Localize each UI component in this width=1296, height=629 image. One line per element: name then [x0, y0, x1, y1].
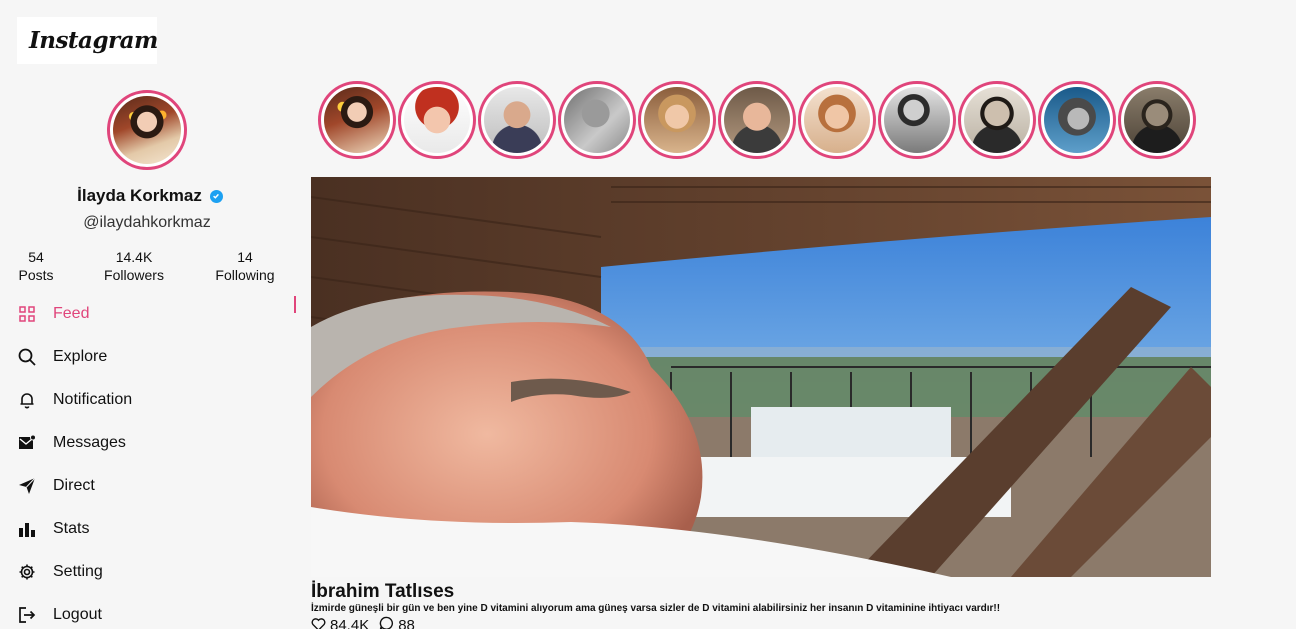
story-avatar[interactable] — [398, 81, 476, 159]
gear-icon — [18, 563, 36, 581]
stat-posts-label: Posts — [18, 267, 54, 283]
nav-item-logout[interactable]: Logout — [0, 593, 310, 629]
profile-handle: @ilaydahkorkmaz — [83, 214, 211, 231]
post-photo — [311, 177, 1211, 577]
send-icon — [18, 477, 36, 495]
nav-item-label: Notification — [53, 390, 133, 408]
comment-count: 88 — [398, 617, 415, 629]
story-avatar[interactable] — [958, 81, 1036, 159]
nav-item-label: Explore — [53, 347, 108, 365]
story-avatar[interactable] — [638, 81, 716, 159]
like-count: 84.4K — [330, 617, 370, 629]
stat-following-label: Following — [215, 267, 275, 283]
nav-item-messages[interactable]: Messages — [0, 421, 310, 464]
sidebar: İlayda Korkmaz @ilaydahkorkmaz 54 Posts … — [0, 80, 310, 629]
stat-followers-value: 14.4K — [115, 249, 153, 265]
nav-item-direct[interactable]: Direct — [0, 464, 310, 507]
nav-item-label: Messages — [53, 433, 126, 451]
nav-item-stats[interactable]: Stats — [0, 507, 310, 550]
story-avatar[interactable] — [798, 81, 876, 159]
stat-posts-value: 54 — [28, 249, 44, 265]
nav-item-label: Feed — [53, 304, 90, 322]
nav-item-explore[interactable]: Explore — [0, 335, 310, 378]
story-avatar[interactable] — [318, 81, 396, 159]
active-indicator — [294, 296, 296, 313]
logout-icon — [18, 606, 36, 624]
story-avatar[interactable] — [558, 81, 636, 159]
sidebar-nav: Feed Explore Notification Messages Direc… — [0, 292, 310, 629]
stat-followers-label: Followers — [104, 267, 164, 283]
profile-stats: 54 Posts 14.4K Followers 14 Following — [0, 248, 300, 288]
stories-bar — [318, 81, 1196, 161]
comment-icon[interactable] — [379, 616, 394, 629]
post-caption: İzmirde güneşli bir gün ve ben yine D vi… — [311, 603, 1001, 614]
stat-followers[interactable]: 14.4K Followers — [97, 248, 171, 284]
nav-item-feed[interactable]: Feed — [0, 292, 310, 335]
search-icon — [18, 348, 36, 366]
nav-item-notification[interactable]: Notification — [0, 378, 310, 421]
story-avatar[interactable] — [1118, 81, 1196, 159]
heart-icon[interactable] — [311, 617, 326, 629]
post-author[interactable]: İbrahim Tatlıses — [311, 581, 454, 603]
stat-posts[interactable]: 54 Posts — [12, 248, 60, 284]
story-avatar[interactable] — [478, 81, 556, 159]
nav-item-label: Setting — [53, 562, 103, 580]
story-avatar[interactable] — [718, 81, 796, 159]
nav-item-label: Logout — [53, 605, 102, 623]
bell-icon — [18, 391, 36, 409]
logo[interactable]: Instagram — [17, 17, 158, 64]
stat-following-value: 14 — [237, 249, 253, 265]
bar-chart-icon — [18, 520, 36, 538]
verified-icon — [209, 189, 223, 203]
nav-item-label: Stats — [53, 519, 90, 537]
logo-text: Instagram — [29, 27, 158, 54]
story-avatar[interactable] — [1038, 81, 1116, 159]
profile-name: İlayda Korkmaz — [77, 186, 202, 205]
profile-avatar[interactable] — [107, 90, 187, 170]
post-image[interactable] — [311, 177, 1211, 577]
story-avatar[interactable] — [878, 81, 956, 159]
nav-item-setting[interactable]: Setting — [0, 550, 310, 593]
mail-icon — [18, 434, 36, 452]
nav-item-label: Direct — [53, 476, 95, 494]
profile-name-row: İlayda Korkmaz — [0, 186, 290, 206]
post-meta: 84.4K 88 — [311, 616, 415, 629]
grid-icon — [18, 305, 36, 323]
stat-following[interactable]: 14 Following — [208, 248, 282, 284]
